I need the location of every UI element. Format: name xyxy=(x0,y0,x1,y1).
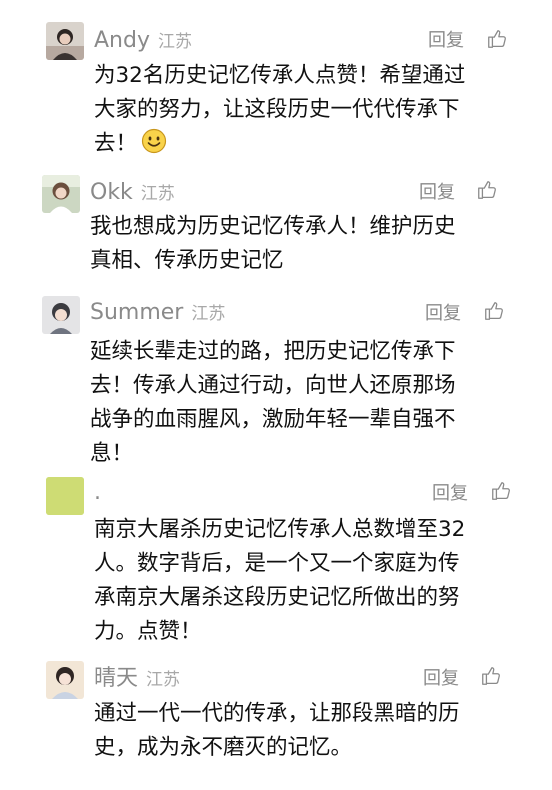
comment-text-line: 延续长辈走过的路，把历史记忆传承下 xyxy=(90,339,456,364)
username[interactable]: Andy 江苏 xyxy=(94,28,192,55)
reply-button[interactable]: 回复 xyxy=(428,29,464,53)
avatar[interactable] xyxy=(42,175,80,213)
reply-button[interactable]: 回复 xyxy=(425,302,461,326)
thumbs-up-icon[interactable] xyxy=(486,28,508,50)
comment-text: 为32名历史记忆传承人点赞！希望通过 大家的努力，让这段历史一代代传承下 去！ xyxy=(94,59,465,161)
location-label: 江苏 xyxy=(191,304,226,324)
comment-text-line: 为32名历史记忆传承人点赞！希望通过 xyxy=(94,63,466,88)
username-text[interactable]: . xyxy=(94,480,101,505)
username-text[interactable]: 晴天 xyxy=(94,666,138,691)
avatar[interactable] xyxy=(46,22,84,60)
thumbs-up-icon[interactable] xyxy=(476,179,498,201)
comment-text-line: 承南京大屠杀这段历史记忆所做出的努 xyxy=(94,585,460,610)
reply-button[interactable]: 回复 xyxy=(423,667,459,691)
comment-text-line: 息！ xyxy=(90,441,134,466)
location-label: 江苏 xyxy=(140,184,175,204)
avatar[interactable] xyxy=(46,661,84,699)
comment-text: 延续长辈走过的路，把历史记忆传承下 去！传承人通过行动，向世人还原那场 战争的血雨腥… xyxy=(90,335,456,471)
thumbs-up-icon[interactable] xyxy=(490,480,512,502)
comment-text: 我也想成为历史记忆传承人！维护历史 真相、传承历史记忆 xyxy=(90,210,456,278)
comment-text: 通过一代一代的传承，让那段黑暗的历 史，成为永不磨灭的记忆。 xyxy=(94,697,460,765)
smiling-face-emoji-icon xyxy=(141,128,167,154)
location-label: 江苏 xyxy=(146,670,181,690)
location-label: 江苏 xyxy=(157,32,192,52)
reply-button[interactable]: 回复 xyxy=(419,181,455,205)
thumbs-up-icon[interactable] xyxy=(483,300,505,322)
comment-text-line: 我也想成为历史记忆传承人！维护历史 xyxy=(90,214,456,239)
avatar[interactable] xyxy=(42,296,80,334)
comment-text-line: 史，成为永不磨灭的记忆。 xyxy=(94,735,353,760)
username-text[interactable]: Summer xyxy=(90,300,183,325)
username[interactable]: 晴天 江苏 xyxy=(94,666,180,693)
comment-text-line: 战争的血雨腥风，激励年轻一辈自强不 xyxy=(90,407,456,432)
comment-text-line: 通过一代一代的传承，让那段黑暗的历 xyxy=(94,701,460,726)
comment-text-line: 真相、传承历史记忆 xyxy=(90,248,284,273)
username-text[interactable]: Okk xyxy=(90,180,133,205)
comment-text-line: 人。数字背后，是一个又一个家庭为传 xyxy=(94,551,460,576)
reply-button[interactable]: 回复 xyxy=(432,482,468,506)
comment-text-line: 去！传承人通过行动，向世人还原那场 xyxy=(90,373,456,398)
username[interactable]: . xyxy=(94,480,109,507)
username-text[interactable]: Andy xyxy=(94,28,150,53)
comment-text-line: 大家的努力，让这段历史一代代传承下 xyxy=(94,97,460,122)
username[interactable]: Okk 江苏 xyxy=(90,180,175,207)
comment-text-line-content: 去！ xyxy=(94,131,138,156)
comment-text-line: 去！ xyxy=(94,127,465,161)
comment-text-line: 南京大屠杀历史记忆传承人总数增至32 xyxy=(94,517,466,542)
thumbs-up-icon[interactable] xyxy=(480,665,502,687)
comment-text: 南京大屠杀历史记忆传承人总数增至32 人。数字背后，是一个又一个家庭为传 承南京大屠… xyxy=(94,513,465,649)
avatar[interactable] xyxy=(46,477,84,515)
comment-text-line: 力。点赞！ xyxy=(94,619,202,644)
username[interactable]: Summer 江苏 xyxy=(90,300,225,327)
